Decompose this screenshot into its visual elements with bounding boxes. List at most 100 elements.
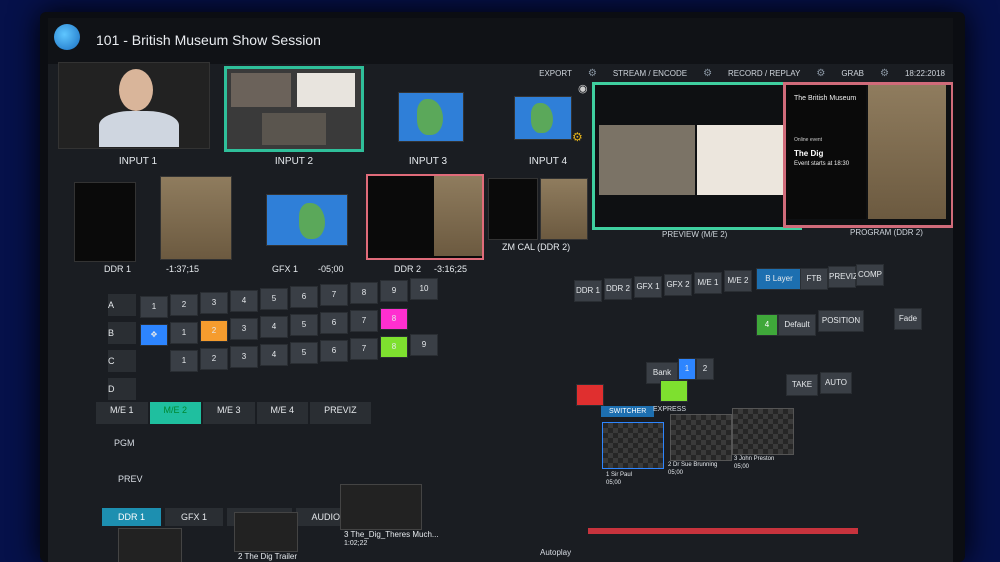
tab-me-4[interactable]: M/E 4	[256, 402, 309, 424]
tab-me-3[interactable]: M/E 3	[203, 402, 255, 424]
preset-3-thumb[interactable]	[732, 408, 794, 455]
a-btn-1[interactable]: 1	[140, 296, 168, 318]
layer-4-button[interactable]: 4	[756, 314, 778, 336]
a-btn-9[interactable]: 9	[380, 280, 408, 302]
gear-icon[interactable]: ⚙	[572, 130, 583, 144]
gfx1-btn[interactable]: GFX 1	[634, 276, 662, 298]
row-c-label: C	[108, 350, 136, 372]
take-button[interactable]: TAKE	[786, 374, 818, 396]
input-4-label: INPUT 4	[528, 156, 568, 167]
a-btn-3[interactable]: 3	[200, 292, 228, 314]
clip-2-label: 2 The Dig Trailer	[238, 552, 297, 561]
zm-cal-thumb[interactable]	[540, 178, 588, 240]
autoplay-toggle[interactable]: Autoplay	[540, 548, 571, 557]
preset-2-thumb[interactable]	[670, 414, 732, 461]
red-tally-button[interactable]	[576, 384, 604, 406]
pgm-label[interactable]: PGM	[114, 438, 135, 448]
b-move-icon[interactable]: ✥	[140, 324, 168, 346]
bank-2-button[interactable]: 2	[696, 358, 714, 380]
green-tally-button[interactable]	[660, 380, 688, 402]
prev-label[interactable]: PREV	[118, 474, 143, 484]
c-btn-2[interactable]: 2	[200, 348, 228, 370]
ddr-1-label: DDR 1	[104, 264, 132, 274]
input-2-thumb[interactable]	[224, 66, 364, 152]
preset-1-time: 05;00	[606, 480, 622, 486]
clip-1-thumb[interactable]	[118, 528, 182, 562]
tab-gfx-1[interactable]: GFX 1	[165, 508, 224, 526]
row-a-label: A	[108, 294, 136, 316]
ddr2-btn[interactable]: DDR 2	[604, 278, 632, 300]
a-btn-10[interactable]: 10	[410, 278, 438, 300]
a-btn-4[interactable]: 4	[230, 290, 258, 312]
c-btn-3[interactable]: 3	[230, 346, 258, 368]
input-3-label: INPUT 3	[408, 156, 448, 167]
gfx-1-thumb[interactable]	[266, 194, 348, 246]
b-btn-4[interactable]: 4	[260, 316, 288, 338]
gear-icon[interactable]: ⚙	[816, 68, 825, 79]
export-button[interactable]: EXPORT	[539, 69, 572, 78]
grab-button[interactable]: GRAB	[841, 69, 864, 78]
input-3-thumb[interactable]	[398, 92, 464, 142]
gear-icon[interactable]: ⚙	[703, 68, 712, 79]
a-btn-6[interactable]: 6	[290, 286, 318, 308]
ftb-button[interactable]: FTB	[800, 268, 828, 290]
camera-icon[interactable]: ◉	[578, 82, 588, 95]
c-btn-7[interactable]: 7	[350, 338, 378, 360]
fade-button[interactable]: Fade	[894, 308, 922, 330]
ddr-2-thumb[interactable]	[366, 174, 484, 260]
input-4-thumb[interactable]	[514, 96, 572, 140]
me1-btn[interactable]: M/E 1	[694, 272, 722, 294]
preview-monitor	[592, 82, 802, 230]
a-btn-7[interactable]: 7	[320, 284, 348, 306]
graphic-brand: The British Museum	[794, 95, 857, 102]
a-btn-2[interactable]: 2	[170, 294, 198, 316]
express-tab[interactable]: EXPRESS	[653, 406, 686, 413]
switcher-tab[interactable]: SWITCHER	[601, 406, 655, 417]
zm-cal-graphic-thumb[interactable]	[488, 178, 538, 240]
comp-button[interactable]: COMP	[856, 264, 884, 286]
previz-button[interactable]: PREVIZ	[828, 266, 858, 288]
c-btn-4[interactable]: 4	[260, 344, 288, 366]
b-btn-2[interactable]: 2	[200, 320, 228, 342]
me2-btn[interactable]: M/E 2	[724, 270, 752, 292]
ddr-1-thumb[interactable]	[160, 176, 232, 260]
record-replay-button[interactable]: RECORD / REPLAY	[728, 69, 800, 78]
gfx2-btn[interactable]: GFX 2	[664, 274, 692, 296]
preset-1-label: 1 Sir Paul	[606, 472, 633, 478]
bank-1-button[interactable]: 1	[678, 358, 696, 380]
preset-1-thumb[interactable]	[602, 422, 664, 469]
clip-3-thumb[interactable]	[340, 484, 422, 530]
c-btn-8[interactable]: 8	[380, 336, 408, 358]
c-btn-5[interactable]: 5	[290, 342, 318, 364]
ddr-1-time: -1:37;15	[166, 264, 200, 274]
default-button[interactable]: Default	[778, 314, 816, 336]
b-btn-3[interactable]: 3	[230, 318, 258, 340]
b-btn-7[interactable]: 7	[350, 310, 378, 332]
ddr1-btn[interactable]: DDR 1	[574, 280, 602, 302]
b-btn-6[interactable]: 6	[320, 312, 348, 334]
ddr-1-graphic-thumb[interactable]	[74, 182, 136, 262]
b-btn-1[interactable]: 1	[170, 322, 198, 344]
c-btn-9[interactable]: 9	[410, 334, 438, 356]
clip-2-thumb[interactable]	[234, 512, 298, 552]
stream-encode-button[interactable]: STREAM / ENCODE	[613, 69, 687, 78]
c-btn-1[interactable]: 1	[170, 350, 198, 372]
tab-previz[interactable]: PREVIZ	[310, 402, 371, 424]
input-1-thumb[interactable]	[58, 62, 210, 149]
gear-icon[interactable]: ⚙	[880, 68, 889, 79]
auto-button[interactable]: AUTO	[820, 372, 852, 394]
gear-icon[interactable]: ⚙	[588, 68, 597, 79]
position-button[interactable]: POSITION	[818, 310, 864, 332]
b-btn-8[interactable]: 8	[380, 308, 408, 330]
window-title: 101 - British Museum Show Session	[96, 32, 321, 48]
a-btn-8[interactable]: 8	[350, 282, 378, 304]
b-btn-5[interactable]: 5	[290, 314, 318, 336]
a-btn-5[interactable]: 5	[260, 288, 288, 310]
tab-ddr-1[interactable]: DDR 1	[102, 508, 162, 526]
tab-me-1[interactable]: M/E 1	[96, 402, 148, 424]
tab-me-2[interactable]: M/E 2	[149, 402, 202, 424]
b-layer-button[interactable]: B Layer	[756, 268, 802, 290]
c-btn-6[interactable]: 6	[320, 340, 348, 362]
input-2-label: INPUT 2	[274, 156, 314, 167]
gfx-1-time: -05;00	[318, 264, 344, 274]
